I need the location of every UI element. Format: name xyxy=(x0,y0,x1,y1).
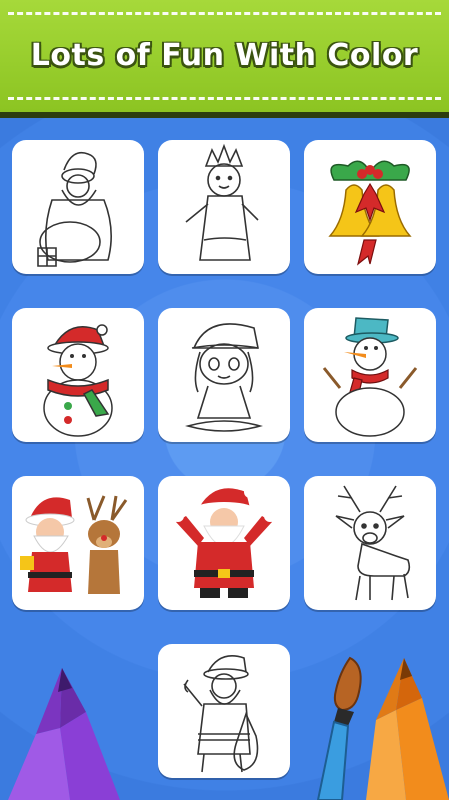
coloring-page-tile[interactable] xyxy=(12,308,144,442)
orange-crayon-icon xyxy=(366,658,449,800)
santa-and-reindeer-colored-icon xyxy=(20,495,128,594)
coloring-page-tile[interactable] xyxy=(12,140,144,274)
coloring-page-tile[interactable] xyxy=(304,476,436,610)
coloring-page-tile[interactable] xyxy=(158,308,290,442)
coloring-page-tile[interactable] xyxy=(304,308,436,442)
coloring-page-tile[interactable] xyxy=(158,644,290,778)
coloring-page-tile[interactable] xyxy=(12,476,144,610)
reindeer-outline-icon xyxy=(335,485,411,601)
santa-standing-outline-icon xyxy=(183,655,259,773)
snow-princess-outline-icon xyxy=(185,143,259,261)
page-title: Lots of Fun With Color xyxy=(30,38,419,73)
snowman-with-hat-colored-icon xyxy=(322,317,418,437)
coloring-page-tile[interactable] xyxy=(304,140,436,274)
header-banner: Lots of Fun With Color xyxy=(0,0,449,118)
snowman-colored-icon xyxy=(43,324,113,437)
coloring-page-tile[interactable] xyxy=(158,476,290,610)
santa-with-gift-sack-outline-icon xyxy=(37,151,112,267)
coloring-page-tile[interactable] xyxy=(158,140,290,274)
christmas-bells-colored-icon xyxy=(328,160,412,266)
santa-waving-colored-icon xyxy=(172,486,276,598)
christmas-girl-outline-icon xyxy=(185,323,263,432)
purple-crayon-icon xyxy=(8,668,120,800)
